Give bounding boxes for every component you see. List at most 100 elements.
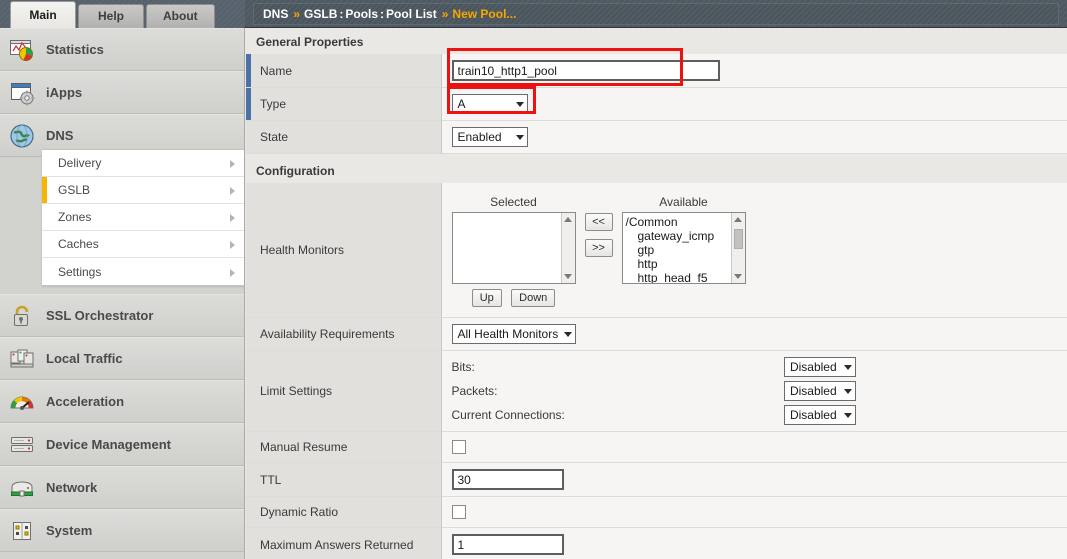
name-input[interactable] — [451, 60, 720, 81]
available-listbox[interactable]: /Common gateway_icmp gtp http http_head_… — [621, 212, 746, 284]
health-monitors-dual-list: Selected Up Down << >> Available /Common… — [451, 189, 1067, 311]
packets-select[interactable]: Disabled — [783, 381, 856, 401]
sidebar-item-system[interactable]: System — [0, 509, 244, 552]
sidebar-item-ssl-orchestrator[interactable]: SSL Orchestrator — [0, 294, 244, 337]
table-row: Health Monitors Selected Up Down << >> A… — [246, 183, 1067, 318]
sidebar-item-iapps[interactable]: iApps — [0, 71, 244, 114]
bits-select[interactable]: Disabled — [783, 357, 856, 377]
list-item[interactable]: /Common — [626, 215, 745, 229]
table-row: Manual Resume — [246, 431, 1067, 463]
padlock-icon — [8, 302, 36, 330]
maximum-answers-returned-input[interactable] — [451, 534, 564, 555]
scroll-up-icon[interactable] — [562, 213, 575, 226]
scroll-down-icon[interactable] — [732, 270, 745, 283]
ttl-label: TTL — [246, 462, 442, 497]
main-content: General Properties Name Type A State — [246, 28, 1067, 559]
chevron-down-icon — [843, 388, 852, 394]
breadcrumb-pools[interactable]: Pools — [345, 7, 378, 21]
current-connections-select[interactable]: Disabled — [783, 405, 856, 425]
move-left-button[interactable]: << — [584, 213, 613, 231]
availability-requirements-value: All Health Monitors — [457, 327, 559, 341]
available-scrollbar[interactable] — [730, 213, 745, 283]
dynamic-ratio-checkbox[interactable] — [451, 505, 466, 520]
chevron-right-icon — [230, 268, 235, 277]
bits-label: Bits: — [451, 360, 475, 374]
list-item[interactable]: http_head_f5 — [626, 271, 745, 283]
sidebar-item-network[interactable]: Network — [0, 466, 244, 509]
system-icon — [8, 517, 36, 545]
list-item[interactable]: http — [626, 257, 745, 271]
sidebar-subitem-label: Zones — [58, 210, 92, 224]
sidebar-item-label: DNS — [46, 128, 74, 143]
selected-column: Selected Up Down — [451, 195, 576, 307]
sidebar-subitem-label: Caches — [58, 237, 99, 251]
tab-help[interactable]: Help — [78, 4, 144, 28]
breadcrumb: DNS » GSLB : Pools : Pool List » New Poo… — [253, 3, 1059, 25]
maximum-answers-returned-cell — [441, 527, 1067, 559]
scroll-down-icon[interactable] — [562, 270, 575, 283]
tab-about[interactable]: About — [146, 4, 215, 28]
chevron-down-icon — [843, 412, 852, 418]
type-select[interactable]: A — [451, 94, 528, 114]
maximum-answers-returned-label: Maximum Answers Returned — [246, 527, 442, 559]
breadcrumb-root[interactable]: DNS — [263, 7, 288, 21]
scrollbar-thumb[interactable] — [733, 229, 743, 249]
sidebar-item-acceleration[interactable]: Acceleration — [0, 380, 244, 423]
sidebar-item-local-traffic[interactable]: Local Traffic — [0, 337, 244, 380]
table-row: Availability Requirements All Health Mon… — [246, 317, 1067, 351]
sidebar-item-zones[interactable]: Zones — [42, 204, 244, 231]
statistics-icon — [8, 36, 36, 64]
list-item[interactable]: gateway_icmp — [626, 229, 745, 243]
sidebar-item-device-management[interactable]: Device Management — [0, 423, 244, 466]
scroll-up-icon[interactable] — [732, 213, 745, 226]
dns-submenu: Delivery GSLB Zones Caches Settings — [42, 149, 244, 286]
local-traffic-icon — [8, 345, 36, 373]
limit-settings-grid: Bits: Disabled Packets: Disabled Current… — [452, 357, 1067, 425]
sidebar-item-statistics[interactable]: Statistics — [0, 28, 244, 71]
sidebar-subitem-label: Delivery — [58, 156, 102, 170]
bits-value: Disabled — [789, 360, 837, 374]
reorder-buttons: Up Down — [452, 284, 576, 307]
packets-label: Packets: — [451, 384, 498, 398]
breadcrumb-pool-list[interactable]: Pool List — [386, 7, 437, 21]
sidebar-item-caches[interactable]: Caches — [42, 231, 244, 258]
selected-items — [453, 213, 575, 215]
state-select[interactable]: Enabled — [451, 127, 528, 147]
sidebar: Statistics iApps DNS Delivery GSLB Zones… — [0, 28, 245, 559]
move-up-button[interactable]: Up — [471, 289, 502, 307]
table-row: Name — [246, 54, 1067, 88]
tab-main[interactable]: Main — [10, 1, 76, 28]
ttl-input[interactable] — [451, 469, 564, 490]
breadcrumb-gslb[interactable]: GSLB — [304, 7, 337, 21]
available-column: Available /Common gateway_icmp gtp http … — [621, 195, 746, 284]
selected-scrollbar[interactable] — [560, 213, 575, 283]
manual-resume-checkbox[interactable] — [451, 440, 466, 455]
selected-listbox[interactable] — [451, 212, 576, 284]
sidebar-item-label: Acceleration — [46, 394, 125, 409]
chevron-right-icon — [230, 160, 235, 168]
breadcrumb-colon-1: : — [339, 7, 344, 21]
network-icon — [8, 474, 36, 502]
breadcrumb-separator-2-icon: » — [441, 7, 449, 21]
packets-value: Disabled — [789, 384, 837, 398]
dynamic-ratio-cell — [441, 496, 1067, 528]
move-down-button[interactable]: Down — [511, 289, 556, 307]
health-monitors-cell: Selected Up Down << >> Available /Common… — [441, 183, 1067, 318]
current-connections-value: Disabled — [789, 408, 837, 422]
state-select-value: Enabled — [457, 130, 502, 144]
table-row: Type A — [246, 87, 1067, 121]
sidebar-item-delivery[interactable]: Delivery — [42, 150, 244, 177]
general-properties-table: Name Type A State Enabled — [246, 54, 1067, 154]
move-right-button[interactable]: >> — [584, 239, 613, 257]
sidebar-item-label: System — [46, 523, 93, 538]
selected-caption: Selected — [490, 195, 537, 209]
sidebar-item-settings[interactable]: Settings — [42, 258, 244, 285]
sidebar-item-gslb[interactable]: GSLB — [42, 177, 244, 204]
header-bar: DNS » GSLB : Pools : Pool List » New Poo… — [245, 0, 1067, 28]
availability-requirements-cell: All Health Monitors — [441, 317, 1067, 351]
chevron-right-icon — [230, 214, 235, 222]
manual-resume-cell — [441, 431, 1067, 463]
current-connections-label: Current Connections: — [451, 408, 565, 422]
availability-requirements-select[interactable]: All Health Monitors — [451, 324, 576, 344]
list-item[interactable]: gtp — [626, 243, 745, 257]
